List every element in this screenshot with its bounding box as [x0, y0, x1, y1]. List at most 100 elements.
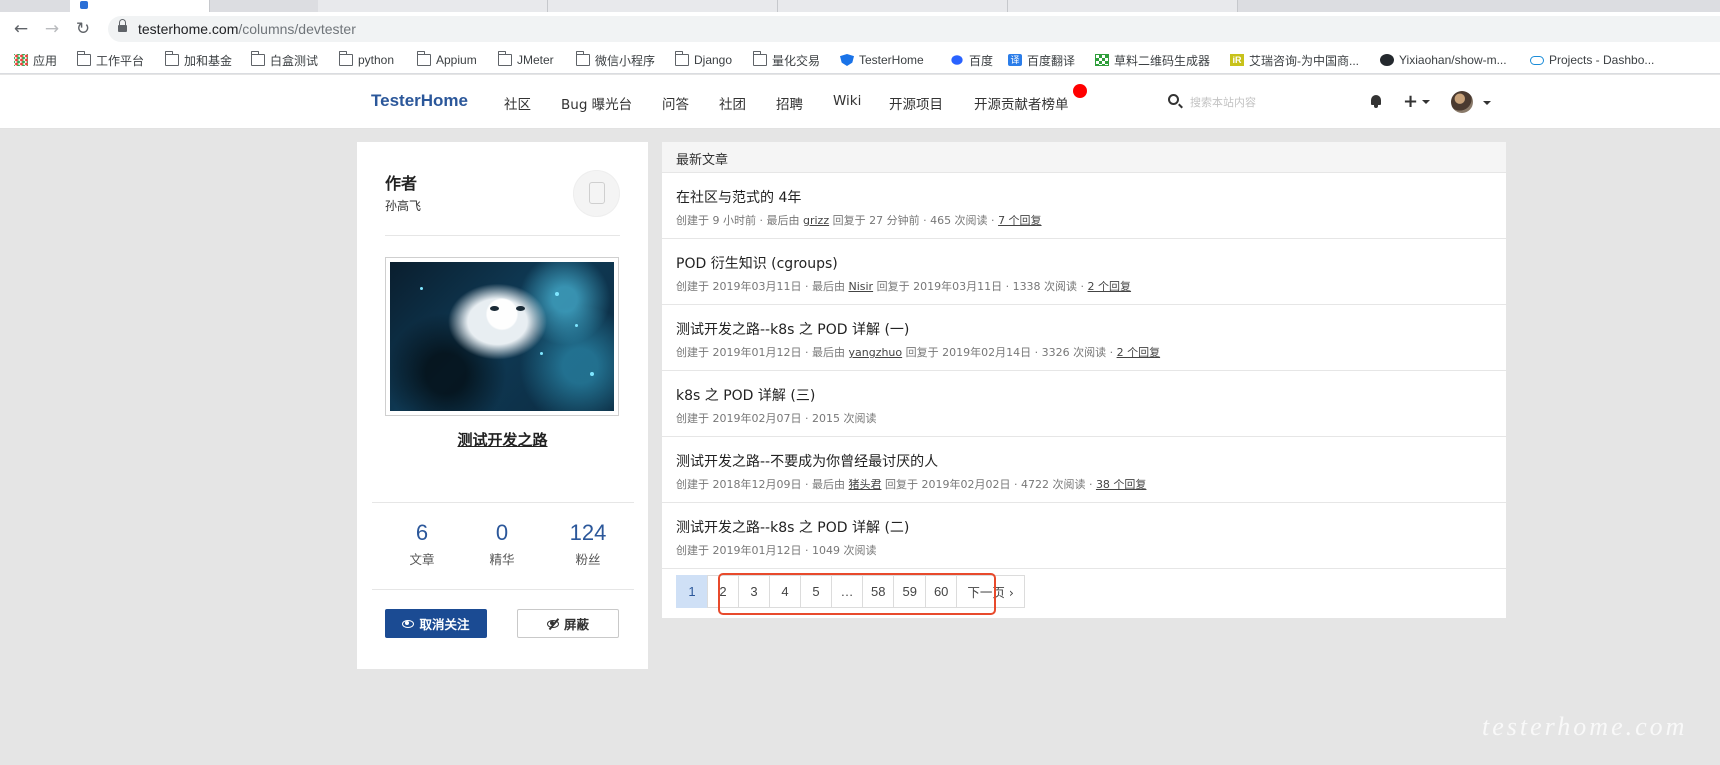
bookmark-label: Appium	[436, 53, 477, 67]
article-title[interactable]: POD 衍生知识 (cgroups)	[676, 253, 838, 273]
folder-icon	[251, 51, 265, 66]
stat-articles[interactable]: 6 文章	[377, 520, 467, 568]
bookmark-item[interactable]: 工作平台	[77, 51, 144, 69]
bookmark-item[interactable]: 量化交易	[753, 51, 820, 69]
shield-icon	[840, 54, 854, 66]
bookmark-item[interactable]: JMeter	[498, 51, 554, 69]
bookmark-item[interactable]: 草料二维码生成器	[1095, 51, 1210, 69]
article-title[interactable]: 测试开发之路--k8s 之 POD 详解 (二)	[676, 517, 909, 537]
article-title[interactable]: 测试开发之路--k8s 之 POD 详解 (一)	[676, 319, 909, 339]
user-avatar[interactable]	[1451, 91, 1473, 113]
article-title[interactable]: 测试开发之路--不要成为你曾经最讨厌的人	[676, 451, 938, 471]
replies-link[interactable]: 38 个回复	[1096, 478, 1147, 491]
replies-link[interactable]: 2 个回复	[1088, 280, 1132, 293]
chevron-down-icon[interactable]	[1483, 101, 1491, 105]
nav-wiki[interactable]: Wiki	[833, 93, 861, 109]
add-menu-button[interactable]: +	[1403, 91, 1431, 112]
column-cover-image	[385, 257, 619, 416]
column-title[interactable]: 测试开发之路	[357, 429, 648, 450]
replies-link[interactable]: 2 个回复	[1117, 346, 1161, 359]
bookmark-item[interactable]: Yixiaohan/show-m...	[1380, 51, 1507, 69]
nav-groups[interactable]: 社团	[719, 93, 746, 113]
browser-tab[interactable]	[1008, 0, 1238, 12]
reply-user-link[interactable]: yangzhuo	[848, 346, 902, 359]
article-row: 在社区与范式的 4年 创建于 9 小时前 · 最后由 grizz 回复于 27 分…	[662, 173, 1506, 239]
browser-tab[interactable]	[778, 0, 1008, 12]
bookmark-item[interactable]: iR 艾瑞咨询-为中国商...	[1230, 51, 1359, 69]
watermark: testerhome.com	[1482, 712, 1688, 741]
nav-contributors[interactable]: 开源贡献者榜单	[974, 93, 1069, 113]
bookmark-label: JMeter	[517, 53, 554, 67]
site-logo[interactable]: TesterHome	[371, 91, 468, 111]
meta-text: 创建于 2018年12月09日 · 最后由	[676, 478, 849, 491]
search-input[interactable]	[1190, 92, 1315, 112]
article-meta: 创建于 2019年02月07日 · 2015 次阅读	[676, 410, 876, 426]
browser-tab[interactable]	[318, 0, 548, 12]
reply-user-link[interactable]: grizz	[803, 214, 829, 227]
page-button[interactable]: 1	[676, 575, 708, 608]
bookmark-label: 量化交易	[772, 53, 821, 68]
back-arrow-icon[interactable]: ←	[10, 18, 32, 40]
unfollow-button[interactable]: 取消关注	[385, 609, 487, 638]
author-name[interactable]: 孙高飞	[385, 197, 421, 214]
browser-tab-active[interactable]	[70, 0, 210, 12]
testerhome-favicon-icon	[80, 1, 88, 9]
author-card: 作者 孙高飞 测试开发之路 6 文章 0 精华 124 粉丝 取消关注 屏蔽	[357, 142, 648, 669]
bookmark-item[interactable]: 译百度翻译	[1008, 51, 1075, 69]
article-row: k8s 之 POD 详解 (三) 创建于 2019年02月07日 · 2015 次…	[662, 371, 1506, 437]
folder-icon	[339, 51, 353, 66]
reply-user-link[interactable]: 猪头君	[848, 478, 881, 491]
bookmark-label: 微信小程序	[595, 53, 656, 68]
url-text: testerhome.com/columns/devtester	[138, 21, 356, 37]
folder-icon	[498, 51, 512, 66]
reply-user-link[interactable]: Nisir	[848, 280, 873, 293]
bookmark-item[interactable]: 微信小程序	[576, 51, 655, 69]
translate-icon: 译	[1008, 54, 1022, 66]
article-title[interactable]: 在社区与范式的 4年	[676, 187, 801, 207]
bookmark-item[interactable]: 百度	[950, 51, 993, 69]
block-button[interactable]: 屏蔽	[517, 609, 619, 638]
nav-bug-exposure[interactable]: Bug 曝光台	[561, 93, 632, 113]
bookmark-label: 百度翻译	[1027, 53, 1076, 68]
meta-text: 回复于 27 分钟前 · 465 次阅读 ·	[829, 214, 999, 227]
bookmark-item[interactable]: Django	[675, 51, 732, 69]
bookmark-item[interactable]: Projects - Dashbo...	[1530, 51, 1654, 69]
bookmark-item[interactable]: Appium	[417, 51, 477, 69]
sparkle-dot	[420, 287, 423, 290]
bookmark-item[interactable]: 白盒测试	[251, 51, 318, 69]
nav-jobs[interactable]: 招聘	[776, 93, 803, 113]
nav-qa[interactable]: 问答	[662, 93, 689, 113]
reload-icon[interactable]: ↻	[72, 18, 94, 40]
nav-community[interactable]: 社区	[504, 93, 531, 113]
chevron-down-icon	[1422, 100, 1431, 104]
bookmark-label: Projects - Dashbo...	[1549, 53, 1655, 67]
address-bar[interactable]: testerhome.com/columns/devtester	[108, 16, 1720, 42]
article-title[interactable]: k8s 之 POD 详解 (三)	[676, 385, 815, 405]
replies-link[interactable]: 7 个回复	[998, 214, 1042, 227]
forward-arrow-icon[interactable]: →	[41, 18, 63, 40]
nav-open-source[interactable]: 开源项目	[889, 93, 943, 113]
bookmark-item[interactable]: 应用	[14, 51, 57, 69]
bookmark-label: 艾瑞咨询-为中国商...	[1249, 53, 1359, 68]
folder-icon	[165, 51, 179, 66]
article-row: 测试开发之路--k8s 之 POD 详解 (二) 创建于 2019年01月12日 …	[662, 503, 1506, 569]
stat-featured[interactable]: 0 精华	[457, 520, 547, 568]
stat-value: 0	[495, 520, 509, 545]
folder-icon	[675, 51, 689, 66]
author-avatar[interactable]	[573, 170, 620, 217]
divider	[372, 502, 634, 503]
bell-icon[interactable]	[1370, 95, 1382, 108]
divider	[385, 235, 620, 236]
site-search[interactable]	[1168, 92, 1318, 112]
bookmark-item[interactable]: TesterHome	[840, 51, 924, 69]
stat-followers[interactable]: 124 粉丝	[543, 520, 633, 568]
article-meta: 创建于 2019年03月11日 · 最后由 Nisir 回复于 2019年03月…	[676, 278, 1131, 294]
stat-label: 粉丝	[575, 552, 601, 567]
browser-tab[interactable]	[548, 0, 778, 12]
stat-value: 124	[569, 520, 607, 545]
meta-text: 回复于 2019年02月02日 · 4722 次阅读 ·	[881, 478, 1096, 491]
meta-text: 创建于 2019年02月07日 · 2015 次阅读	[676, 412, 877, 425]
bookmark-item[interactable]: python	[339, 51, 394, 69]
bookmark-item[interactable]: 加和基金	[165, 51, 232, 69]
unfollow-label: 取消关注	[419, 617, 470, 632]
